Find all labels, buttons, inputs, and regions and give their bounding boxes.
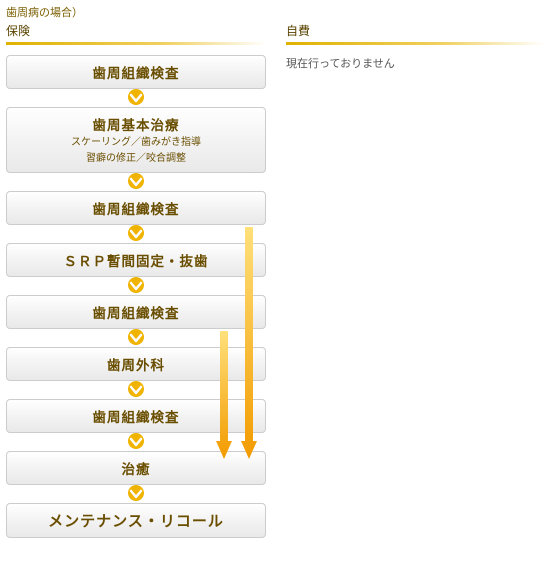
flow-step: 歯周基本治療スケーリング／歯みがき指導習癖の修正／咬合調整 bbox=[6, 107, 266, 173]
flow-step: 歯周外科 bbox=[6, 347, 266, 381]
chevron-down-icon bbox=[126, 173, 146, 191]
flow-step-title: 治癒 bbox=[13, 458, 259, 478]
selfpay-heading: 自費 bbox=[286, 22, 544, 45]
insurance-heading: 保険 bbox=[6, 22, 266, 45]
flow-connector bbox=[6, 381, 266, 399]
flow-step-title: 歯周組織検査 bbox=[13, 302, 259, 322]
flow-step: ＳＲＰ暫間固定・抜歯 bbox=[6, 243, 266, 277]
flow-step-title: 歯周組織検査 bbox=[13, 198, 259, 218]
page-title: 歯周病の場合） bbox=[6, 4, 544, 20]
chevron-down-icon bbox=[126, 329, 146, 347]
chevron-down-icon bbox=[126, 381, 146, 399]
flow-step-title: 歯周基本治療 bbox=[13, 114, 259, 134]
flow-step-title: 歯周組織検査 bbox=[13, 406, 259, 426]
chevron-down-icon bbox=[126, 89, 146, 107]
flow-connector bbox=[6, 225, 266, 243]
chevron-down-icon bbox=[126, 277, 146, 295]
insurance-column: 保険 歯周組織検査歯周基本治療スケーリング／歯みがき指導習癖の修正／咬合調整歯周… bbox=[6, 22, 266, 538]
flow-step: 歯周組織検査 bbox=[6, 191, 266, 225]
flow-connector bbox=[6, 329, 266, 347]
chevron-down-icon bbox=[126, 485, 146, 503]
flow-connector bbox=[6, 173, 266, 191]
flow-connector bbox=[6, 433, 266, 451]
flow-step-subtext: 習癖の修正／咬合調整 bbox=[13, 152, 259, 166]
flow-step-subtext: スケーリング／歯みがき指導 bbox=[13, 136, 259, 150]
flow-connector bbox=[6, 277, 266, 295]
flow-step: 歯周組織検査 bbox=[6, 55, 266, 89]
flow-connector bbox=[6, 485, 266, 503]
flow-step: メンテナンス・リコール bbox=[6, 503, 266, 538]
treatment-flow: 歯周組織検査歯周基本治療スケーリング／歯みがき指導習癖の修正／咬合調整歯周組織検… bbox=[6, 55, 266, 538]
flow-step: 歯周組織検査 bbox=[6, 399, 266, 433]
flow-step-title: 歯周外科 bbox=[13, 354, 259, 374]
flow-step: 治癒 bbox=[6, 451, 266, 485]
flow-step-title: 歯周組織検査 bbox=[13, 62, 259, 82]
flow-step: 歯周組織検査 bbox=[6, 295, 266, 329]
selfpay-column: 自費 現在行っておりません bbox=[286, 22, 544, 538]
selfpay-note: 現在行っておりません bbox=[286, 55, 544, 71]
chevron-down-icon bbox=[126, 225, 146, 243]
flow-step-title: メンテナンス・リコール bbox=[13, 510, 259, 531]
flow-connector bbox=[6, 89, 266, 107]
flow-step-title: ＳＲＰ暫間固定・抜歯 bbox=[13, 250, 259, 270]
chevron-down-icon bbox=[126, 433, 146, 451]
